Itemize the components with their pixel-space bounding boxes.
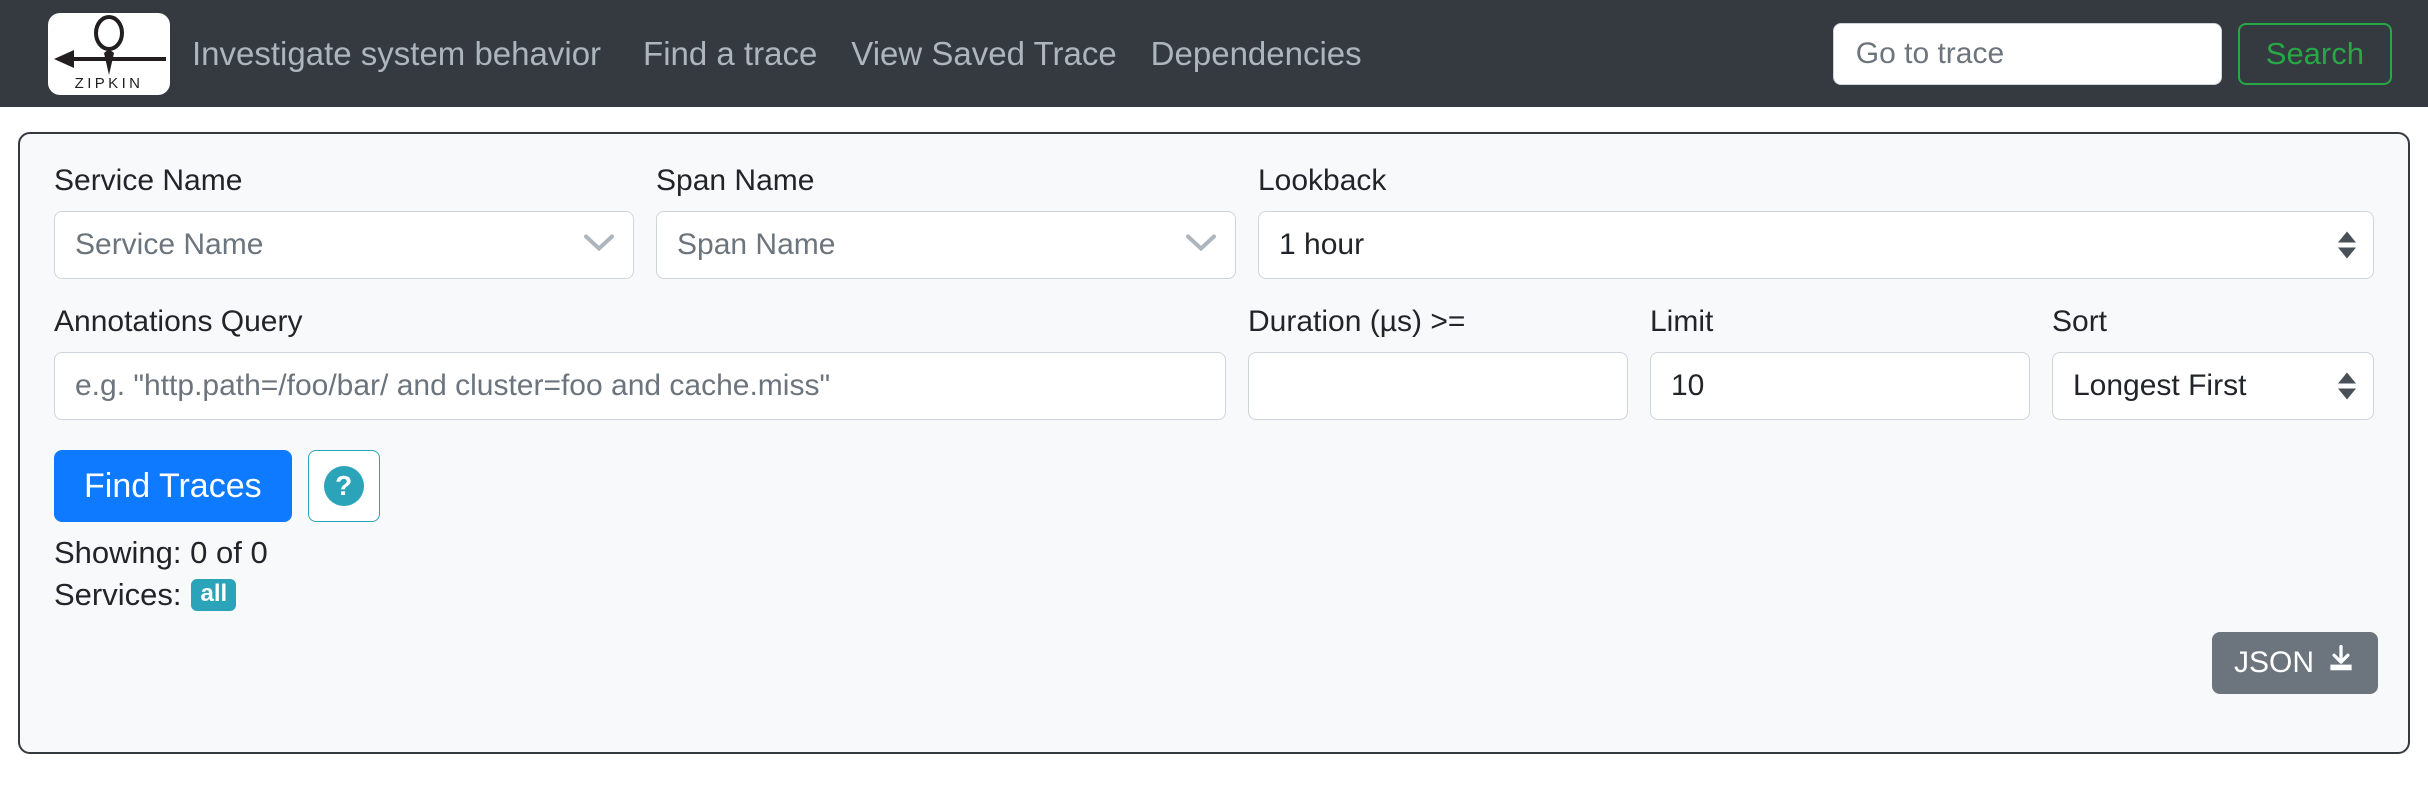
field-annotations-query: Annotations Query xyxy=(54,305,1226,420)
field-span-name: Span Name Span Name xyxy=(656,164,1236,279)
form-row-1: Service Name Service Name Span Name Span… xyxy=(54,164,2374,279)
nav-link-view-saved-trace[interactable]: View Saved Trace xyxy=(851,35,1116,73)
duration-label: Duration (µs) >= xyxy=(1248,305,1466,338)
annotations-query-label: Annotations Query xyxy=(54,305,303,338)
lookback-label: Lookback xyxy=(1258,164,1387,197)
limit-label: Limit xyxy=(1650,305,1714,338)
svg-text:ZIPKIN: ZIPKIN xyxy=(75,75,144,92)
services-label: Services: xyxy=(54,576,182,612)
field-service-name: Service Name Service Name xyxy=(54,164,634,279)
navbar-search-group: Search xyxy=(1832,22,2392,85)
showing-count: Showing: 0 of 0 xyxy=(54,535,268,570)
field-duration: Duration (µs) >= xyxy=(1248,305,1628,420)
duration-input[interactable] xyxy=(1248,352,1628,420)
question-mark-icon: ? xyxy=(323,466,364,506)
download-icon xyxy=(2326,644,2356,682)
form-row-2: Annotations Query Duration (µs) >= Limit… xyxy=(54,305,2374,420)
brand-logo[interactable]: ZIPKIN Investigate system behavior xyxy=(48,12,602,95)
sort-select[interactable]: Longest First xyxy=(2052,352,2374,420)
help-button[interactable]: ? xyxy=(307,450,380,522)
sort-select-wrap[interactable]: Longest First xyxy=(2052,352,2374,420)
service-name-label: Service Name xyxy=(54,164,243,197)
nav-link-find-a-trace[interactable]: Find a trace xyxy=(643,35,817,73)
results-status: Showing: 0 of 0 Services: all xyxy=(54,532,2374,616)
find-traces-button[interactable]: Find Traces xyxy=(54,450,292,522)
service-name-select-wrap[interactable]: Service Name xyxy=(54,211,634,279)
services-badge-all[interactable]: all xyxy=(191,578,237,611)
span-name-select[interactable]: Span Name xyxy=(656,211,1236,279)
annotations-query-input[interactable] xyxy=(54,352,1226,420)
lookback-select[interactable]: 1 hour xyxy=(1258,211,2374,279)
json-button-label: JSON xyxy=(2233,646,2314,679)
lookback-select-wrap[interactable]: 1 hour xyxy=(1258,211,2374,279)
zipkin-logo-icon[interactable]: ZIPKIN xyxy=(48,12,170,95)
top-navbar: ZIPKIN Investigate system behavior Find … xyxy=(0,0,2428,107)
field-lookback: Lookback 1 hour xyxy=(1258,164,2374,279)
nav-links: Find a trace View Saved Trace Dependenci… xyxy=(643,35,1362,73)
search-card-wrapper: Service Name Service Name Span Name Span… xyxy=(0,107,2428,754)
limit-input[interactable]: 10 xyxy=(1650,352,2030,420)
go-to-trace-input[interactable] xyxy=(1832,22,2222,85)
nav-link-dependencies[interactable]: Dependencies xyxy=(1151,35,1362,73)
json-download-button[interactable]: JSON xyxy=(2211,632,2378,694)
service-name-select[interactable]: Service Name xyxy=(54,211,634,279)
span-name-select-wrap[interactable]: Span Name xyxy=(656,211,1236,279)
trace-search-card: Service Name Service Name Span Name Span… xyxy=(18,132,2410,754)
field-sort: Sort Longest First xyxy=(2052,305,2374,420)
brand-tagline: Investigate system behavior xyxy=(192,34,602,72)
sort-label: Sort xyxy=(2052,305,2108,338)
form-actions: Find Traces ? xyxy=(54,450,2374,522)
field-limit: Limit 10 xyxy=(1650,305,2030,420)
search-button[interactable]: Search xyxy=(2237,22,2392,85)
span-name-label: Span Name xyxy=(656,164,815,197)
services-summary: Services: all xyxy=(54,574,2374,616)
